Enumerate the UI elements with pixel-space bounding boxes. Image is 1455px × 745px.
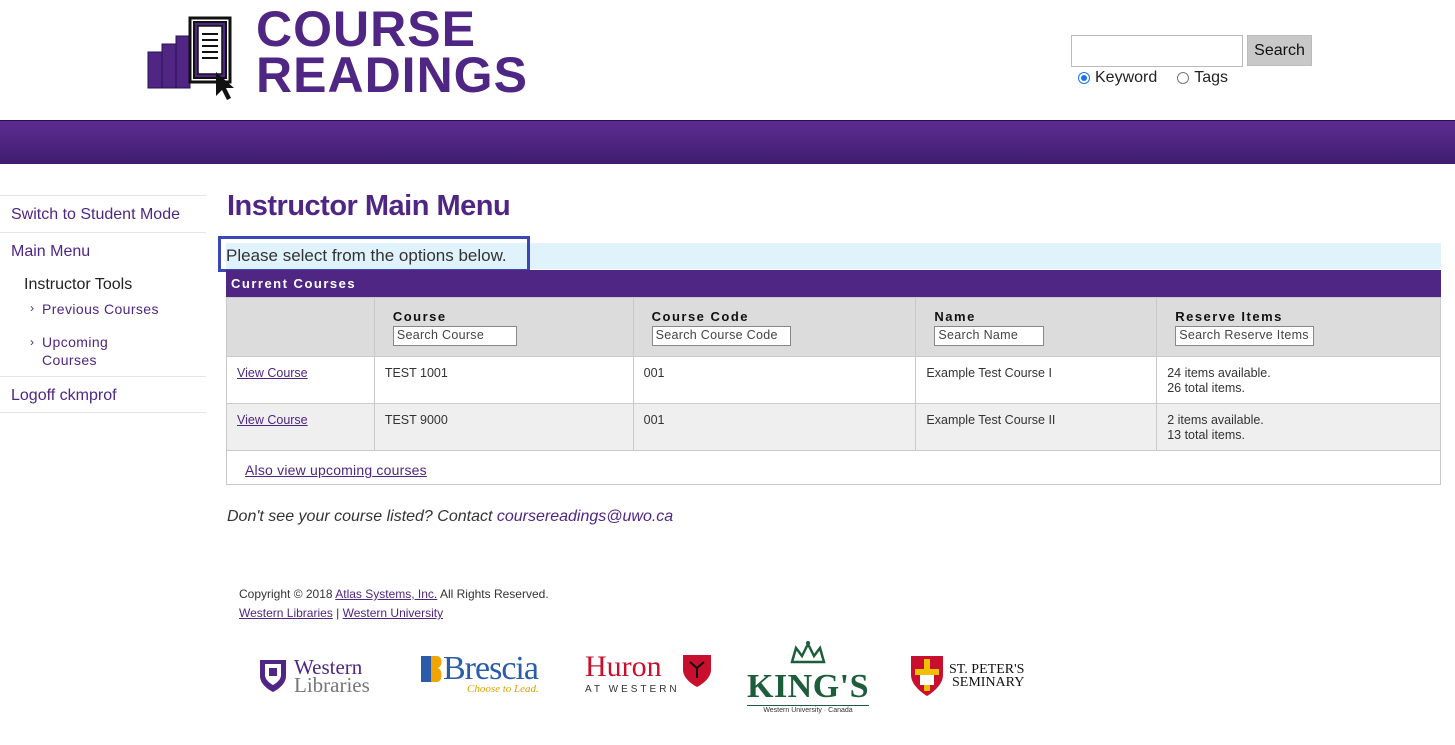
column-header-course: Course Search Course	[373, 297, 634, 357]
search-course-input[interactable]: Search Course	[392, 326, 517, 346]
table-cell-course: TEST 1001	[373, 356, 634, 404]
chevron-right-icon: ›	[30, 335, 35, 349]
search-name-input[interactable]: Search Name	[934, 326, 1045, 346]
sidebar-item-instructor-tools[interactable]: Instructor Tools	[0, 269, 206, 299]
site-header: COURSE READINGS Search Keyword Tags	[0, 0, 1455, 120]
st-peters-line-2: SEMINARY	[952, 675, 1025, 690]
st-peters-seminary-logo[interactable]: ST. PETER'S SEMINARY	[910, 655, 1024, 697]
items-total: 26 total items.	[1167, 381, 1246, 395]
site-logo-text[interactable]: COURSE READINGS	[256, 1, 528, 103]
table-cell-reserve-items: 24 items available. 26 total items.	[1156, 356, 1441, 404]
table-title: Current Courses	[226, 270, 1441, 297]
huron-logo[interactable]: Huron AT WESTERN	[585, 652, 712, 695]
logo-line-1: COURSE	[256, 1, 476, 57]
table-row: View Course TEST 1001 001 Example Test C…	[226, 356, 1441, 404]
sidebar-item-switch-mode[interactable]: Switch to Student Mode	[0, 195, 206, 232]
previous-courses-label: Previous Courses	[42, 301, 159, 317]
column-header-course-code: Course Code Search Course Code	[632, 297, 917, 357]
nav-banner	[0, 120, 1455, 164]
column-label-course-code: Course Code	[651, 309, 750, 324]
sidebar-item-previous-courses[interactable]: › Previous Courses	[0, 299, 206, 326]
table-cell-name: Example Test Course II	[915, 403, 1158, 451]
contact-email-link[interactable]: coursereadings@uwo.ca	[497, 508, 673, 525]
table-cell-action: View Course	[226, 403, 375, 451]
copyright-suffix: All Rights Reserved.	[437, 587, 549, 601]
table-row: View Course TEST 9000 001 Example Test C…	[226, 403, 1441, 451]
upcoming-courses-label: Upcoming Courses	[42, 333, 108, 376]
sidebar: Switch to Student Mode Main Menu Instruc…	[0, 195, 206, 413]
sidebar-item-logoff[interactable]: Logoff ckmprof	[0, 376, 206, 413]
page-title: Instructor Main Menu	[227, 190, 511, 222]
search-mode-options: Keyword Tags	[1078, 69, 1248, 87]
items-total: 13 total items.	[1167, 428, 1246, 442]
table-cell-code: 001	[632, 356, 917, 404]
contact-prefix: Don't see your course listed? Contact	[227, 508, 497, 525]
brescia-mark-icon	[421, 656, 442, 682]
column-label-reserve-items: Reserve Items	[1175, 309, 1283, 324]
items-available: 24 items available.	[1167, 366, 1271, 380]
upcoming-courses-link[interactable]: Also view upcoming courses	[245, 462, 427, 478]
column-header-name: Name Search Name	[915, 297, 1158, 357]
copyright: Copyright © 2018 Atlas Systems, Inc. All…	[239, 585, 549, 623]
western-logo-line-2: Libraries	[294, 673, 370, 697]
western-university-link[interactable]: Western University	[343, 606, 443, 620]
table-cell-reserve-items: 2 items available. 13 total items.	[1156, 403, 1441, 451]
tags-radio[interactable]	[1177, 72, 1190, 84]
upcoming-courses-line-2: Courses	[42, 352, 97, 368]
link-separator: |	[332, 606, 343, 620]
search-input[interactable]	[1071, 35, 1243, 67]
huron-name: Huron	[585, 650, 662, 683]
search-reserve-items-input[interactable]: Search Reserve Items	[1175, 326, 1315, 346]
column-label-course: Course	[392, 309, 447, 324]
sidebar-item-main-menu[interactable]: Main Menu	[0, 232, 206, 269]
current-courses-table: Current Courses Course Search Course Cou…	[226, 270, 1441, 485]
tags-label: Tags	[1194, 69, 1229, 86]
brescia-tagline: Choose to Lead.	[467, 683, 539, 695]
western-libraries-logo[interactable]: Western Libraries	[258, 657, 370, 697]
logo-line-2: READINGS	[256, 47, 528, 103]
kings-name: KING'S	[747, 668, 870, 705]
kings-crown-icon	[790, 641, 826, 664]
column-label-name: Name	[934, 309, 976, 324]
st-peters-crest-icon	[911, 656, 943, 696]
table-cell-name: Example Test Course I	[915, 356, 1158, 404]
atlas-systems-link[interactable]: Atlas Systems, Inc.	[335, 587, 437, 601]
table-cell-course: TEST 9000	[373, 403, 634, 451]
courses-table: Course Search Course Course Code Search …	[226, 297, 1441, 451]
books-logo-icon[interactable]	[146, 12, 238, 100]
view-course-link[interactable]: View Course	[237, 366, 308, 380]
keyword-radio[interactable]	[1078, 72, 1090, 84]
contact-note: Don't see your course listed? Contact co…	[227, 508, 673, 526]
huron-subtitle: AT WESTERN	[585, 684, 680, 695]
highlight-box	[218, 236, 530, 272]
search-course-code-input[interactable]: Search Course Code	[651, 326, 791, 346]
chevron-right-icon: ›	[30, 301, 35, 315]
column-header-reserve-items: Reserve Items Search Reserve Items	[1156, 297, 1441, 357]
keyword-label: Keyword	[1095, 69, 1158, 86]
table-cell-code: 001	[632, 403, 917, 451]
western-libraries-link[interactable]: Western Libraries	[239, 606, 333, 620]
brescia-logo[interactable]: Brescia Choose to Lead.	[421, 652, 539, 695]
upcoming-courses-line-1: Upcoming	[42, 334, 109, 350]
huron-crest-icon	[682, 655, 711, 687]
keyword-option[interactable]: Keyword	[1078, 69, 1157, 87]
items-available: 2 items available.	[1167, 413, 1264, 427]
search-button[interactable]: Search	[1247, 35, 1312, 66]
sidebar-item-upcoming-courses[interactable]: › Upcoming Courses	[0, 326, 206, 376]
western-crest-icon	[260, 660, 286, 692]
table-footer: Also view upcoming courses	[226, 451, 1441, 485]
kings-logo[interactable]: KING'S Western University · Canada	[747, 640, 869, 714]
view-course-link[interactable]: View Course	[237, 413, 308, 427]
tags-option[interactable]: Tags	[1177, 69, 1228, 87]
table-header-row: Course Search Course Course Code Search …	[226, 297, 1441, 357]
copyright-prefix: Copyright © 2018	[239, 587, 336, 601]
table-cell-action: View Course	[226, 356, 375, 404]
kings-subtitle: Western University · Canada	[747, 705, 869, 714]
column-header-action	[226, 297, 375, 357]
brescia-name: Brescia	[443, 650, 539, 687]
